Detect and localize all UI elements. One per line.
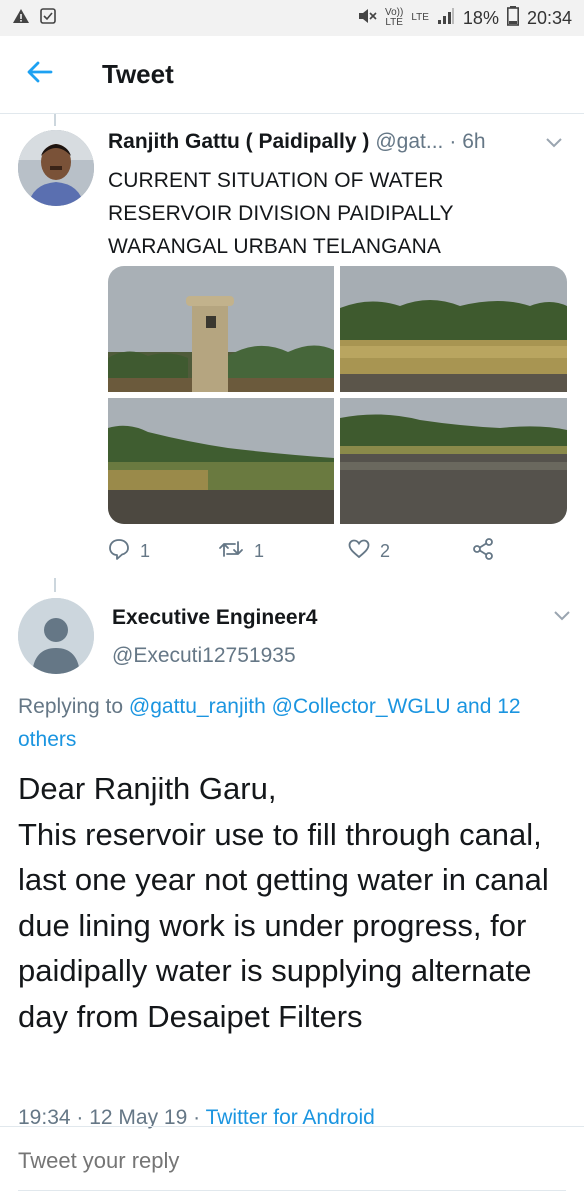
retweet-count: 1 xyxy=(254,540,265,561)
share-icon xyxy=(472,537,494,565)
comment-icon xyxy=(108,538,130,565)
like-button[interactable]: 2 xyxy=(348,539,472,564)
tweet-text: CURRENT SITUATION OF WATER RESERVOIR DIV… xyxy=(108,169,454,258)
divider xyxy=(0,1126,584,1127)
battery-icon xyxy=(506,5,519,31)
signal-icon xyxy=(437,7,455,29)
media-grid xyxy=(108,266,567,524)
chevron-down-icon[interactable] xyxy=(546,130,562,154)
status-bar: Vo)) LTE LTE 18% 20:34 xyxy=(0,0,584,36)
heart-icon xyxy=(348,539,370,564)
reply-input[interactable] xyxy=(18,1148,566,1174)
author-name[interactable]: Executive Engineer4 xyxy=(112,606,317,630)
retweet-button[interactable]: 1 xyxy=(218,538,348,565)
divider xyxy=(18,1190,566,1191)
replying-to: Replying to @gattu_ranjith @Collector_WG… xyxy=(18,690,558,756)
volte-indicator: Vo)) LTE xyxy=(384,7,404,28)
checkbox-icon xyxy=(40,7,56,29)
back-button[interactable] xyxy=(0,36,80,114)
tweet-time: · 6h xyxy=(449,130,486,153)
avatar[interactable] xyxy=(18,598,94,674)
tweet-actions: 1 1 2 xyxy=(108,536,508,566)
lte-indicator: LTE xyxy=(411,12,429,23)
warning-icon xyxy=(12,8,30,29)
avatar[interactable] xyxy=(18,130,94,206)
author-handle[interactable]: @gat... xyxy=(375,130,443,154)
clock: 20:34 xyxy=(526,7,572,28)
reply-button[interactable]: 1 xyxy=(108,538,218,565)
arrow-left-icon xyxy=(27,61,53,88)
mention-link[interactable]: @gattu_ranjith xyxy=(129,695,266,718)
battery-percent: 18% xyxy=(462,7,499,28)
photo-4[interactable] xyxy=(340,398,567,524)
share-button[interactable] xyxy=(472,537,494,565)
photo-2[interactable] xyxy=(340,266,567,392)
replying-prefix: Replying to xyxy=(18,695,124,718)
like-count: 2 xyxy=(380,540,391,561)
mute-icon xyxy=(357,7,377,30)
mention-link[interactable]: @Collector_WGLU xyxy=(272,695,451,718)
tweet-text: Dear Ranjith Garu, This reservoir use to… xyxy=(18,771,549,1034)
thread-line xyxy=(54,578,56,592)
photo-1[interactable] xyxy=(108,266,334,392)
reply-count: 1 xyxy=(140,540,151,561)
photo-3[interactable] xyxy=(108,398,334,524)
thread-line xyxy=(54,114,56,126)
app-bar: Tweet xyxy=(0,36,584,114)
page-title: Tweet xyxy=(102,59,174,89)
author-name[interactable]: Ranjith Gattu ( Paidipally ) xyxy=(108,130,369,154)
chevron-down-icon[interactable] xyxy=(554,608,570,626)
author-handle[interactable]: @Executi12751935 xyxy=(112,644,296,668)
retweet-icon xyxy=(218,538,244,565)
